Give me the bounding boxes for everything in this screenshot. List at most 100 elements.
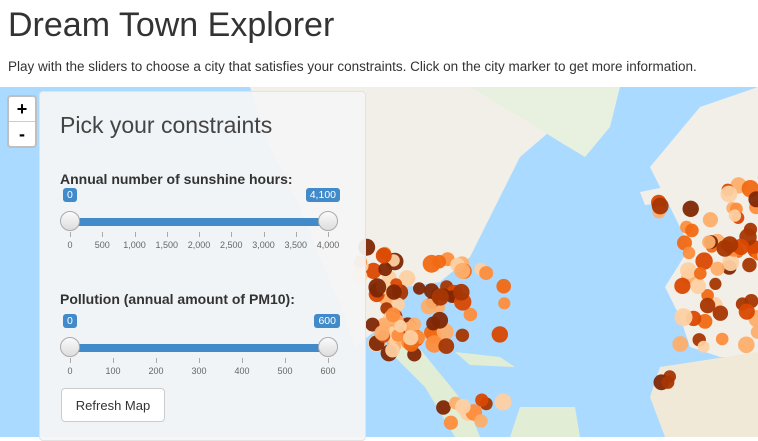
sunshine-tick-label: 0	[67, 240, 72, 250]
pollution-tick	[328, 358, 329, 363]
city-marker[interactable]	[700, 298, 715, 313]
pollution-track[interactable]	[70, 344, 328, 352]
city-marker[interactable]	[431, 312, 448, 329]
pollution-slider[interactable]: 0 600 0100200300400500600	[60, 320, 340, 380]
city-marker[interactable]	[385, 343, 400, 358]
city-marker[interactable]	[680, 262, 697, 279]
sunshine-tick	[231, 232, 232, 237]
city-marker[interactable]	[685, 224, 699, 238]
pollution-tick-label: 400	[234, 366, 249, 376]
city-marker[interactable]	[492, 326, 508, 342]
sunshine-tick-label: 2,000	[188, 240, 211, 250]
city-marker[interactable]	[376, 248, 392, 264]
sunshine-label: Annual number of sunshine hours:	[60, 171, 293, 187]
sunshine-tick-label: 500	[95, 240, 110, 250]
city-marker[interactable]	[690, 278, 706, 294]
sunshine-tick-label: 3,500	[284, 240, 307, 250]
city-marker[interactable]	[721, 186, 738, 203]
city-marker[interactable]	[674, 278, 690, 294]
sunshine-tick-label: 4,000	[317, 240, 340, 250]
city-marker[interactable]	[432, 288, 449, 305]
city-marker[interactable]	[438, 338, 454, 354]
city-marker[interactable]	[713, 306, 728, 321]
pollution-max-handle[interactable]	[318, 337, 338, 357]
city-marker[interactable]	[739, 304, 755, 320]
city-marker[interactable]	[695, 252, 712, 269]
city-marker[interactable]	[498, 297, 510, 309]
pollution-min-handle[interactable]	[60, 337, 80, 357]
city-marker[interactable]	[475, 394, 488, 407]
city-marker[interactable]	[742, 258, 756, 272]
pollution-tick	[242, 358, 243, 363]
city-marker[interactable]	[496, 279, 511, 294]
city-marker[interactable]	[721, 236, 738, 253]
city-marker[interactable]	[423, 255, 441, 273]
city-marker[interactable]	[479, 266, 493, 280]
sunshine-tick	[102, 232, 103, 237]
sunshine-max-handle[interactable]	[318, 211, 338, 231]
city-marker[interactable]	[698, 341, 710, 353]
city-marker[interactable]	[455, 399, 471, 415]
pollution-ticks: 0100200300400500600	[70, 358, 328, 378]
city-marker[interactable]	[709, 278, 721, 290]
land-africa	[650, 352, 758, 437]
pollution-label: Pollution (annual amount of PM10):	[60, 291, 295, 307]
city-marker[interactable]	[454, 263, 470, 279]
city-marker[interactable]	[386, 284, 401, 299]
city-marker[interactable]	[710, 262, 724, 276]
pollution-tick-label: 0	[67, 366, 72, 376]
land-cuba	[455, 352, 515, 367]
city-marker[interactable]	[436, 400, 451, 415]
sunshine-tick	[135, 232, 136, 237]
city-marker[interactable]	[453, 284, 470, 301]
city-marker[interactable]	[413, 282, 425, 294]
page-subtitle: Play with the sliders to choose a city t…	[8, 59, 697, 74]
city-marker[interactable]	[474, 414, 487, 427]
city-marker[interactable]	[729, 209, 741, 221]
city-marker[interactable]	[683, 247, 696, 260]
pollution-min-badge: 0	[63, 314, 77, 328]
sunshine-tick	[167, 232, 168, 237]
pollution-tick	[199, 358, 200, 363]
city-marker[interactable]	[374, 325, 389, 340]
sunshine-tick-label: 1,500	[155, 240, 178, 250]
sunshine-tick	[264, 232, 265, 237]
zoom-out-button[interactable]: -	[9, 121, 35, 146]
city-marker[interactable]	[386, 307, 401, 322]
sunshine-tick	[199, 232, 200, 237]
city-marker[interactable]	[403, 330, 418, 345]
city-marker[interactable]	[652, 198, 669, 215]
sunshine-min-badge: 0	[63, 188, 77, 202]
city-marker[interactable]	[368, 278, 386, 296]
city-marker[interactable]	[444, 416, 458, 430]
city-marker[interactable]	[378, 262, 392, 276]
city-marker[interactable]	[394, 320, 407, 333]
city-marker[interactable]	[716, 333, 729, 346]
city-marker[interactable]	[456, 329, 469, 342]
sunshine-track[interactable]	[70, 218, 328, 226]
city-marker[interactable]	[408, 318, 421, 331]
sunshine-max-badge: 4,100	[306, 188, 340, 202]
pollution-tick-label: 300	[191, 366, 206, 376]
city-marker[interactable]	[672, 336, 688, 352]
panel-title: Pick your constraints	[60, 112, 272, 139]
sunshine-tick	[70, 232, 71, 237]
pollution-tick	[70, 358, 71, 363]
pollution-tick	[113, 358, 114, 363]
city-marker[interactable]	[675, 308, 693, 326]
pollution-tick-label: 100	[105, 366, 120, 376]
pollution-tick	[156, 358, 157, 363]
city-marker[interactable]	[694, 267, 707, 280]
refresh-map-button[interactable]: Refresh Map	[61, 388, 165, 422]
city-marker[interactable]	[683, 201, 699, 217]
sunshine-min-handle[interactable]	[60, 211, 80, 231]
city-marker[interactable]	[495, 394, 512, 411]
sunshine-slider[interactable]: 0 4,100 05001,0001,5002,0002,5003,0003,5…	[60, 194, 340, 254]
zoom-in-button[interactable]: +	[9, 97, 35, 121]
page-title: Dream Town Explorer	[8, 6, 334, 45]
pollution-max-badge: 600	[314, 314, 340, 328]
city-marker[interactable]	[661, 376, 674, 389]
city-marker[interactable]	[738, 337, 755, 354]
city-marker[interactable]	[702, 235, 715, 248]
city-marker[interactable]	[703, 212, 718, 227]
